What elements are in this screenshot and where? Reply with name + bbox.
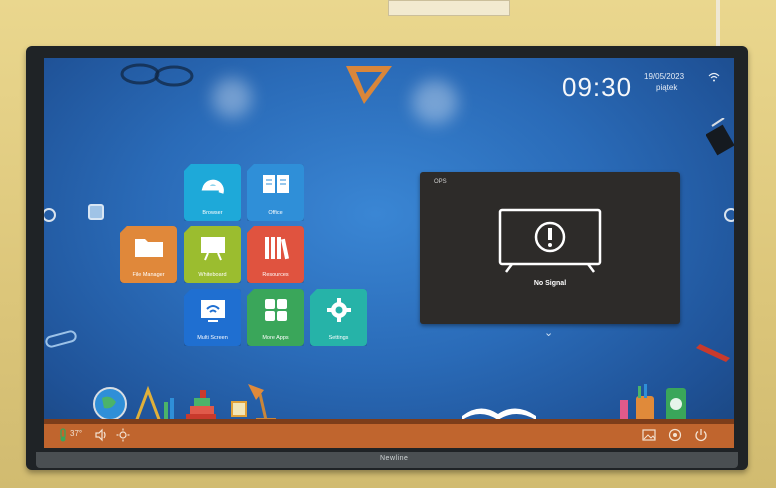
wifi-status-icon xyxy=(708,72,720,82)
screen-glare xyxy=(212,78,252,118)
app-tile-more-apps[interactable]: More Apps xyxy=(247,289,304,346)
glasses-decoration xyxy=(120,63,194,87)
home-screen: 09:30 19/05/2023 piątek Browser Office F… xyxy=(44,58,734,448)
whiteboard-icon xyxy=(200,237,225,261)
no-signal-text: No Signal xyxy=(533,280,567,287)
right-side-button[interactable] xyxy=(724,208,734,222)
open-book-decoration xyxy=(462,408,536,420)
thermometer-icon xyxy=(60,428,66,442)
books-icon xyxy=(264,237,289,260)
app-label: Office xyxy=(268,210,283,216)
volume-icon[interactable] xyxy=(94,428,108,442)
paperclip-decoration xyxy=(45,330,77,348)
left-side-button[interactable] xyxy=(44,208,56,222)
wall-fixture xyxy=(388,0,510,16)
pencil-decoration xyxy=(696,344,730,362)
gallery-icon[interactable] xyxy=(642,428,656,442)
app-tile-resources[interactable]: Resources xyxy=(247,226,304,283)
app-label: File Manager xyxy=(132,272,165,278)
power-icon[interactable] xyxy=(694,428,708,442)
floating-menu-button[interactable] xyxy=(88,204,104,220)
app-tile-settings[interactable]: Settings xyxy=(310,289,367,346)
clock-time: 09:30 xyxy=(562,72,633,102)
app-label: Whiteboard xyxy=(198,272,227,278)
app-label: Browser xyxy=(202,210,223,216)
settings-icon[interactable] xyxy=(668,428,682,442)
app-tile-multi-screen[interactable]: Multi Screen xyxy=(184,289,241,346)
browser-icon xyxy=(201,179,224,194)
screen-glare xyxy=(412,80,458,124)
bottom-taskbar xyxy=(44,424,734,448)
app-tile-file-manager[interactable]: File Manager xyxy=(120,226,177,283)
folder-icon xyxy=(134,239,163,257)
expand-chevron-icon[interactable]: ⌄ xyxy=(544,326,553,339)
book-icon xyxy=(262,175,289,193)
app-tile-browser[interactable]: Browser xyxy=(184,164,241,221)
brightness-icon[interactable] xyxy=(116,428,130,442)
desk-lamp-decoration xyxy=(231,384,276,422)
source-preview-window[interactable]: OPS No Signal xyxy=(420,172,680,324)
app-label: Settings xyxy=(328,335,349,341)
app-tile-whiteboard[interactable]: Whiteboard xyxy=(184,226,241,283)
clock-day: piątek xyxy=(656,83,678,92)
grid-icon xyxy=(264,299,287,321)
wifi-screen-icon xyxy=(200,300,225,322)
app-label: More Apps xyxy=(262,335,289,341)
no-signal-icon xyxy=(498,208,602,273)
school-supplies-decoration xyxy=(93,385,216,424)
clock-date: 19/05/2023 xyxy=(644,72,685,81)
binder-clip-decoration xyxy=(706,118,734,156)
source-title: OPS xyxy=(434,179,447,185)
triangle-ruler-decoration xyxy=(346,66,392,104)
brand-logo: Newline xyxy=(380,455,409,462)
app-label: Resources xyxy=(262,272,289,278)
gear-icon xyxy=(326,298,351,322)
app-label: Multi Screen xyxy=(197,335,228,341)
art-supplies-decoration xyxy=(620,384,686,422)
temperature-readout: 37° xyxy=(70,429,83,438)
app-tile-office[interactable]: Office xyxy=(247,164,304,221)
